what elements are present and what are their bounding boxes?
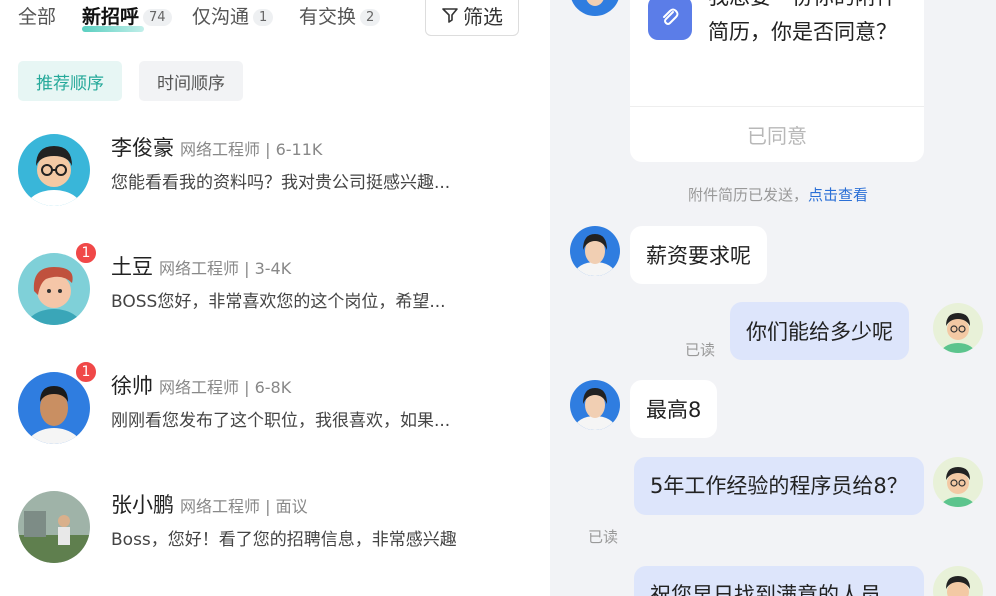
my-avatar [933,303,983,353]
avatar [18,372,90,444]
message-preview: 刚刚看您发布了这个职位，我很喜欢，如果... [111,411,451,431]
avatar [18,491,90,563]
candidate-name: 土豆 网络工程师 | 3-4K [111,255,292,279]
candidate-role: 网络工程师 | 3-4K [159,259,292,278]
tab-count: 2 [360,9,381,26]
outgoing-message: 祝您早日找到满意的人员 [634,566,924,596]
recruiter-avatar [570,0,620,16]
conversation-list-panel: 全部 新招呼 74 仅沟通 1 有交换 2 筛选 推荐顺序 时间顺序 李俊豪 网络工程师… [0,0,550,596]
avatar [18,134,90,206]
view-resume-link[interactable]: 点击查看 [808,186,868,204]
incoming-message: 最高8 [630,380,718,438]
conversation-item[interactable]: 1 徐帅 网络工程师 | 6-8K 刚刚看您发布了这个职位，我很喜欢，如果... [0,360,550,472]
candidate-role: 网络工程师 | 面议 [180,497,308,516]
unread-badge: 1 [74,360,98,384]
sort-time-button[interactable]: 时间顺序 [139,61,243,101]
resume-request-text: 我想要一份你的附件简历，你是否同意？ [708,0,897,44]
outgoing-message: 你们能给多少呢 [730,302,909,360]
tab-new-greetings[interactable]: 新招呼 74 [82,2,172,29]
tab-chat-only[interactable]: 仅沟通 1 [192,2,274,29]
candidate-role: 网络工程师 | 6-11K [180,140,323,159]
avatar [18,253,90,325]
filter-button[interactable]: 筛选 [425,0,519,36]
my-avatar [933,566,983,596]
message-preview: BOSS您好，非常喜欢您的这个岗位，希望... [111,292,446,312]
chat-panel: 我想要一份你的附件简历，你是否同意？ 已同意 附件简历已发送，点击查看 薪资要求… [550,0,996,596]
candidate-role: 网络工程师 | 6-8K [159,378,292,397]
tab-count: 74 [143,9,172,26]
candidate-name: 张小鹏 网络工程师 | 面议 [111,493,308,517]
conversation-item[interactable]: 1 土豆 网络工程师 | 3-4K BOSS您好，非常喜欢您的这个岗位，希望... [0,241,550,353]
read-status: 已读 [685,341,716,359]
candidate-name: 李俊豪 网络工程师 | 6-11K [111,136,323,160]
conversation-item[interactable]: 李俊豪 网络工程师 | 6-11K 您能看看我的资料吗？我对贵公司挺感兴趣... [0,124,550,234]
candidate-name: 徐帅 网络工程师 | 6-8K [111,374,292,398]
sort-recommended-button[interactable]: 推荐顺序 [18,61,122,101]
tab-count: 1 [253,9,274,26]
my-avatar [933,457,983,507]
resume-request-card: 我想要一份你的附件简历，你是否同意？ 已同意 [630,0,924,162]
tab-exchanged[interactable]: 有交换 2 [299,2,381,29]
recruiter-avatar [570,380,620,430]
incoming-message: 薪资要求呢 [630,226,767,284]
recruiter-avatar [570,226,620,276]
filter-tabs: 全部 新招呼 74 仅沟通 1 有交换 2 筛选 [0,0,550,40]
read-status: 已读 [588,528,619,546]
outgoing-message: 5年工作经验的程序员给8？ [634,457,924,515]
tab-all[interactable]: 全部 [18,2,56,29]
filter-icon [442,8,458,23]
attachment-icon [648,0,692,40]
conversation-item[interactable]: 张小鹏 网络工程师 | 面议 Boss，您好！看了您的招聘信息，非常感兴趣 [0,481,550,591]
message-preview: 您能看看我的资料吗？我对贵公司挺感兴趣... [111,173,451,193]
system-notice: 附件简历已发送，点击查看 [687,186,869,204]
agreed-button[interactable]: 已同意 [630,107,924,162]
unread-badge: 1 [74,241,98,265]
message-preview: Boss，您好！看了您的招聘信息，非常感兴趣 [111,530,457,550]
